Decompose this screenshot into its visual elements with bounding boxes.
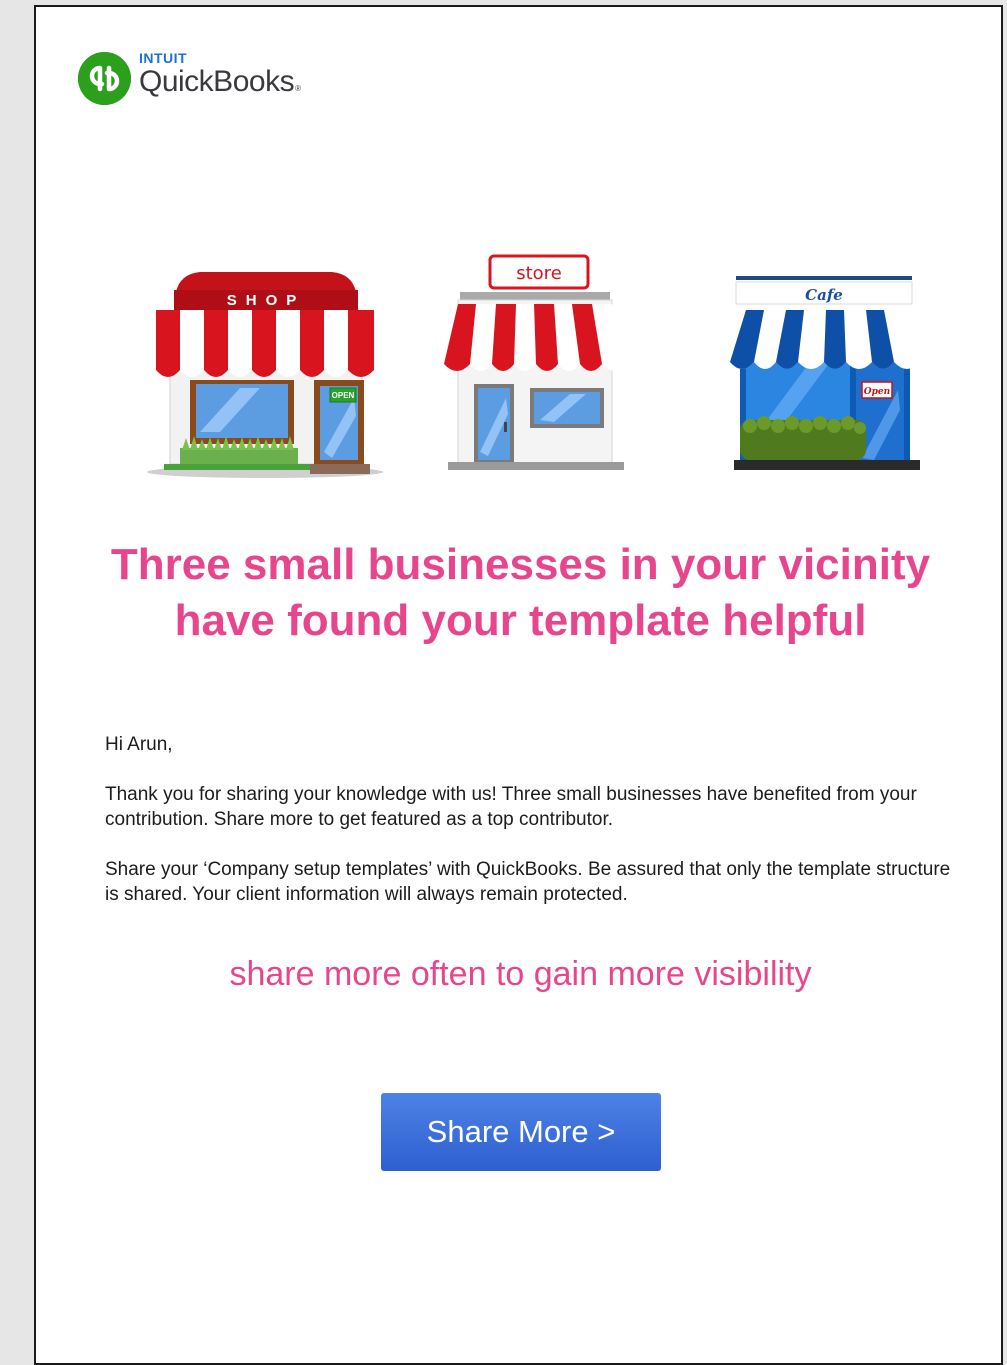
quickbooks-wordmark: QuickBooks® [139,65,301,106]
share-more-button[interactable]: Share More > [381,1093,661,1171]
headline: Three small businesses in your vicinity … [36,537,1005,649]
greeting: Hi Arun, [105,734,173,755]
body-paragraph-2: Share your ‘Company setup templates’ wit… [105,859,951,905]
headline-line-2: have found your template helpful [174,596,867,645]
quickbooks-logo: INTUIT QuickBooks® [78,49,301,109]
storefront-illustrations: SHOP OPEN store Cafe Open [36,252,1005,482]
shop-sign-text: SHOP [227,292,306,309]
store-storefront-icon: store [444,254,626,470]
cafe-sign-text: Cafe [805,286,843,304]
shop-door-sign-text: OPEN [332,391,355,400]
body-paragraph-1: Thank you for sharing your knowledge wit… [105,784,917,830]
cafe-door-sign-text: Open [864,387,890,397]
shop-storefront-icon: SHOP OPEN [147,272,383,478]
qb-badge-icon [78,52,131,105]
logo-text: INTUIT QuickBooks® [139,49,301,106]
brand-name: QuickBooks [139,65,295,98]
email-card: INTUIT QuickBooks® SHOP OPEN store Cafe … [34,5,1003,1365]
tagline: share more often to gain more visibility [229,955,812,993]
email-body: Hi Arun, Thank you for sharing your know… [105,732,965,932]
store-sign-text: store [516,263,562,284]
cafe-storefront-icon: Cafe Open [730,276,920,470]
intuit-wordmark: INTUIT [139,50,188,66]
trademark-symbol: ® [295,84,301,93]
headline-line-1: Three small businesses in your vicinity [110,540,931,589]
